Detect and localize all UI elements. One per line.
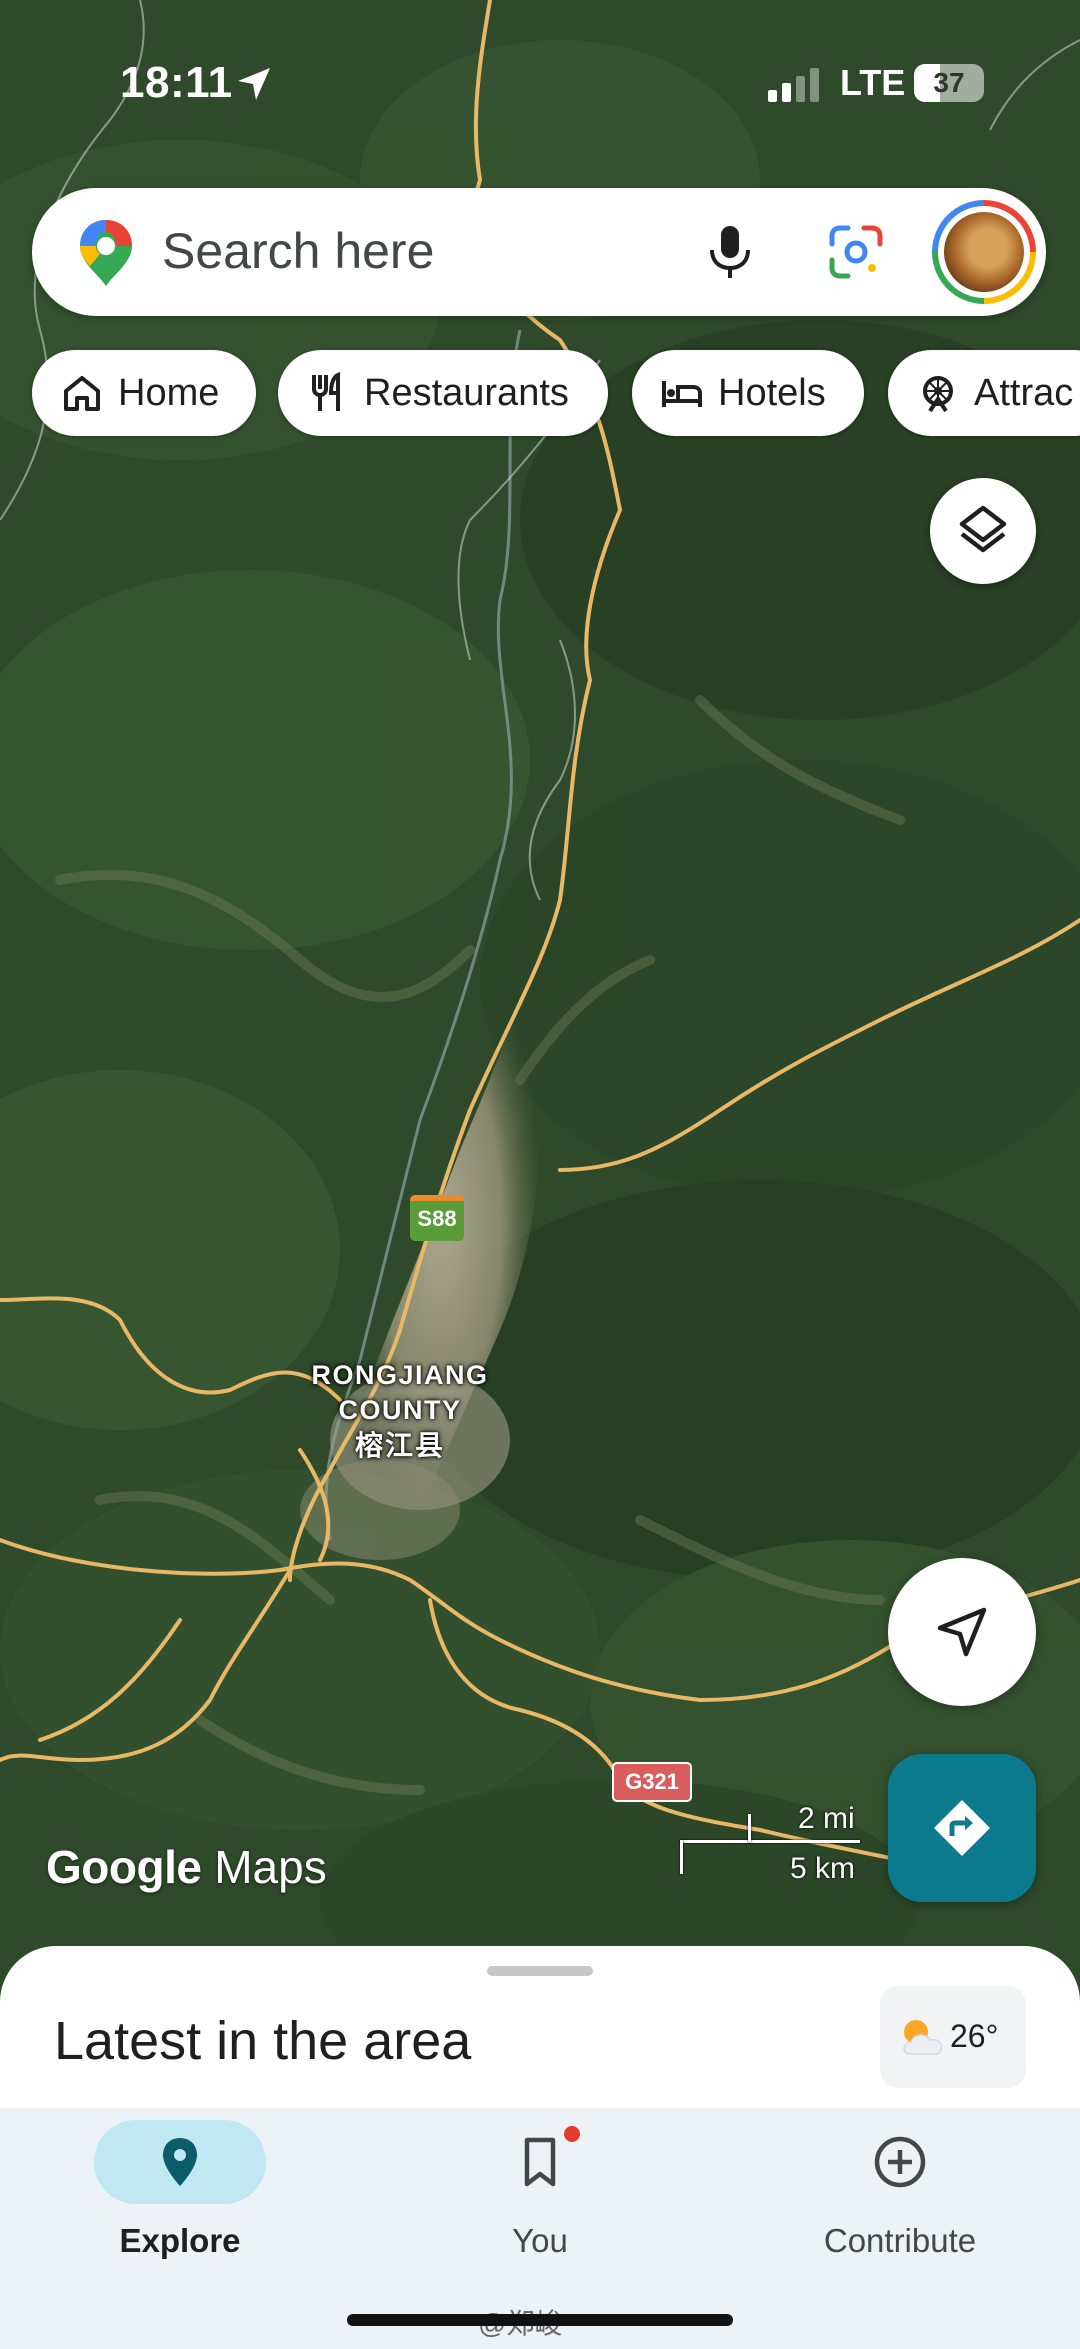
scale-line (680, 1840, 860, 1843)
status-bar: 18:11 LTE 37 (0, 58, 1080, 118)
nav-label-contribute: Contribute (823, 2222, 977, 2259)
search-input[interactable]: Search here (162, 222, 434, 280)
chip-attractions[interactable]: Attrac (888, 350, 1080, 436)
road-shield-g321: G321 (612, 1762, 692, 1802)
logo-google-text: Google (46, 1841, 202, 1893)
battery-percent: 37 (933, 67, 965, 98)
logo-maps-text: Maps (214, 1841, 327, 1893)
directions-button[interactable] (888, 1754, 1036, 1902)
nav-contribute[interactable]: Contribute (720, 2108, 1080, 2308)
partly-cloudy-icon (903, 2020, 943, 2055)
nav-label-explore: Explore (119, 2222, 241, 2259)
chip-label: Attrac (974, 371, 1074, 414)
chip-hotels[interactable]: Hotels (632, 350, 864, 436)
search-bar[interactable]: Search here (32, 188, 1046, 316)
home-icon (64, 376, 100, 411)
restaurant-icon (312, 372, 340, 411)
chip-label: Hotels (718, 371, 826, 414)
place-label-en: RONGJIANG (311, 1360, 489, 1390)
nav-you[interactable]: You (360, 2108, 720, 2308)
network-type: LTE (840, 62, 906, 103)
nav-label-you: You (512, 2222, 568, 2259)
scale-label-km: 5 km (790, 1852, 856, 1885)
navigation-arrow-icon (937, 1607, 987, 1657)
google-maps-logo: Google Maps (46, 1840, 327, 1894)
my-location-button[interactable] (888, 1558, 1036, 1706)
place-label-en-2: COUNTY (338, 1395, 462, 1425)
cell-signal-icon (768, 68, 819, 102)
bookmark-icon (524, 2137, 556, 2187)
nav-explore[interactable]: Explore (0, 2108, 360, 2308)
chip-label: Restaurants (364, 371, 569, 414)
map-place-label[interactable]: RONGJIANG COUNTY 榕江县 (300, 1358, 500, 1463)
weather-chip[interactable]: 26° (880, 1986, 1026, 2088)
location-services-icon (238, 68, 270, 100)
road-shield-s88: S88 (410, 1195, 464, 1241)
notification-badge (564, 2126, 580, 2142)
chip-home[interactable]: Home (32, 350, 256, 436)
bottom-sheet[interactable]: Latest in the area 26° (0, 1946, 1080, 2116)
explore-pin-icon (163, 2138, 197, 2186)
directions-icon (934, 1800, 990, 1856)
lion-avatar-image (944, 212, 1024, 292)
add-circle-icon (874, 2136, 926, 2188)
avatar-frame (938, 206, 1030, 298)
chip-restaurants[interactable]: Restaurants (278, 350, 608, 436)
chip-label: Home (118, 371, 220, 414)
sheet-title: Latest in the area (54, 2011, 472, 2071)
category-chips: Home Restaurants Hotels Attrac (0, 350, 1080, 438)
clock: 18:11 (120, 58, 233, 107)
battery-icon: 37 (914, 64, 984, 102)
layers-icon (959, 505, 1007, 553)
home-indicator[interactable] (347, 2314, 733, 2326)
google-lens-icon[interactable] (828, 224, 884, 280)
map-scale: 2 mi 5 km (680, 1800, 880, 1885)
weather-temperature: 26° (950, 2018, 999, 2054)
scale-tick-mi (748, 1814, 751, 1842)
google-maps-pin-icon (80, 220, 132, 286)
scale-label-mi: 2 mi (798, 1802, 855, 1835)
sheet-drag-handle[interactable] (487, 1966, 593, 1976)
profile-avatar[interactable] (932, 200, 1036, 304)
hotel-icon (662, 381, 702, 407)
place-label-zh: 榕江县 (354, 1430, 445, 1461)
scale-tick-left (680, 1840, 683, 1874)
map-layers-button[interactable] (930, 478, 1036, 584)
microphone-icon[interactable] (700, 222, 760, 282)
attractions-icon (923, 376, 953, 413)
